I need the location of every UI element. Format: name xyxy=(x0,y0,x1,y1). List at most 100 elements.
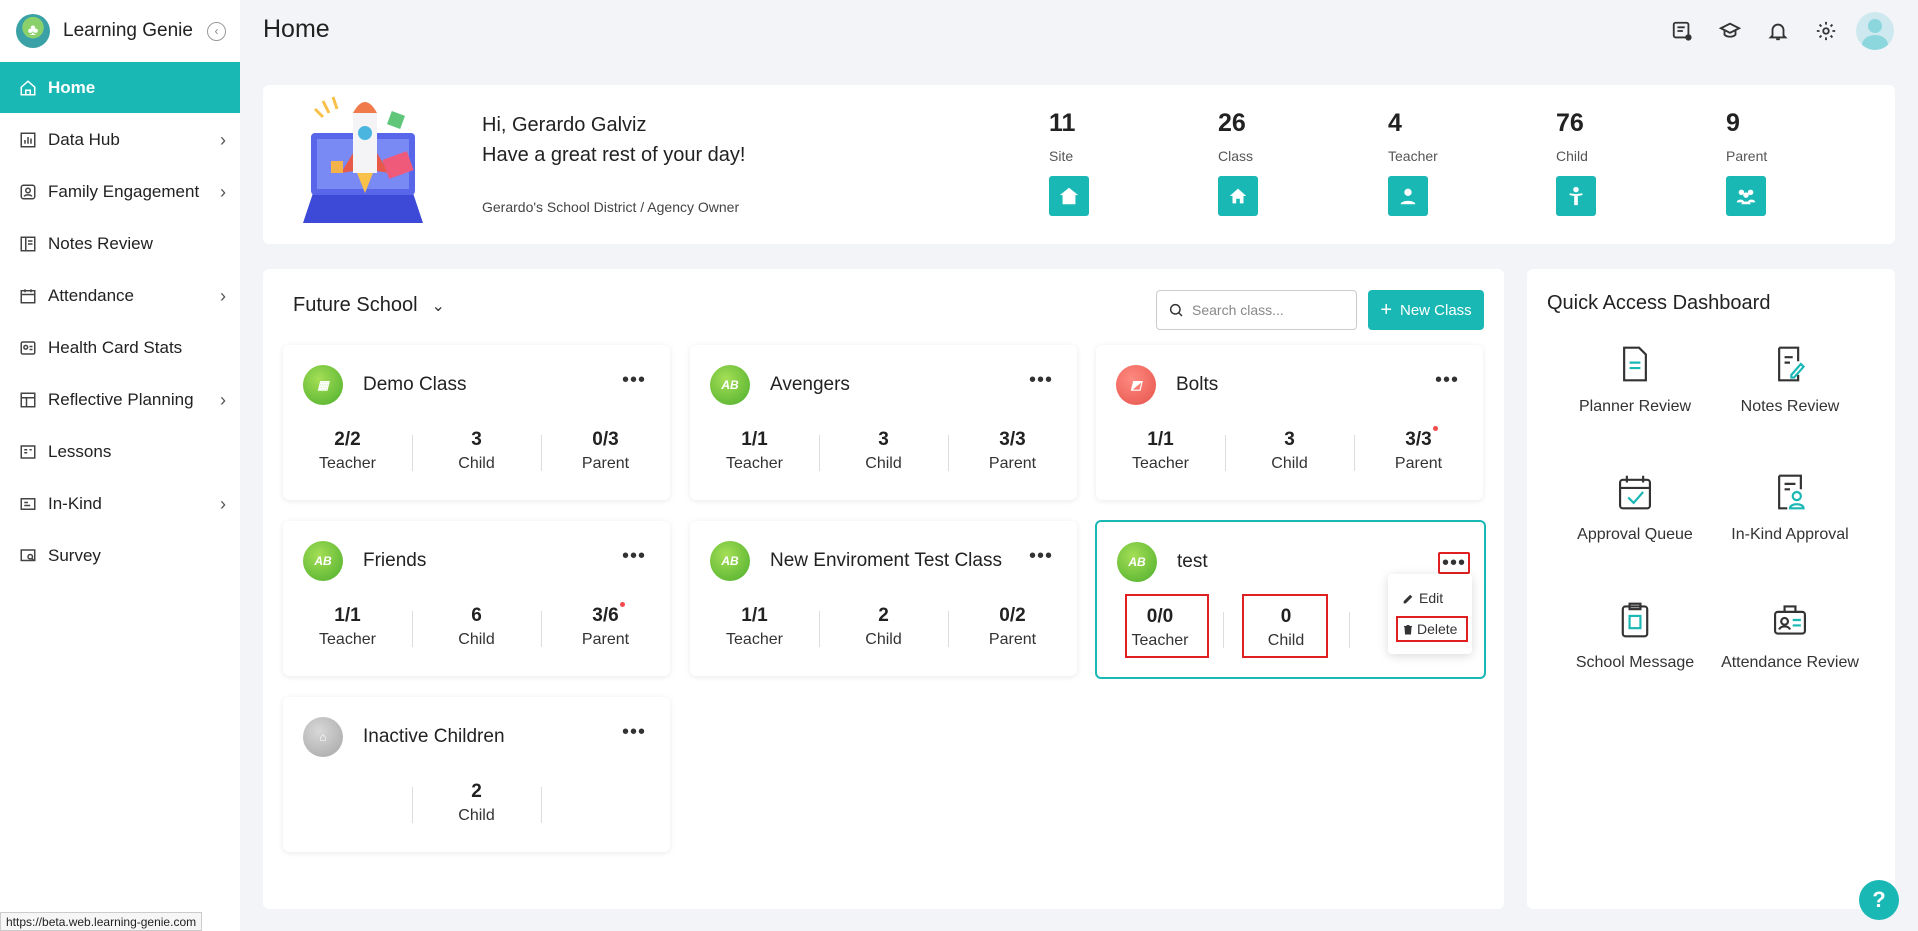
school-message-icon xyxy=(1615,600,1655,640)
parent-button[interactable] xyxy=(1726,176,1766,216)
bell-icon[interactable] xyxy=(1754,12,1802,50)
in-kind-approval-icon xyxy=(1770,472,1810,512)
more-options-icon[interactable]: ••• xyxy=(618,721,650,743)
delete-menu-item[interactable]: Delete xyxy=(1396,616,1468,642)
class-avatar-icon: ⌂ xyxy=(303,717,343,757)
sidebar-item-label: Data Hub xyxy=(48,130,120,149)
class-card-demo-class[interactable]: ▦ Demo Class ••• 2/2 Teacher 3 Child 0/3 Pa… xyxy=(283,345,670,500)
stat-value: 26 xyxy=(1218,109,1246,137)
sidebar-item-survey[interactable]: Survey xyxy=(0,530,240,582)
more-options-icon[interactable]: ••• xyxy=(618,545,650,567)
collapse-sidebar-icon[interactable]: ‹ xyxy=(206,21,226,41)
child-label: Child xyxy=(458,807,495,824)
class-card-inactive-children[interactable]: ⌂ Inactive Children ••• 2 Child xyxy=(283,697,670,852)
planner-review-icon xyxy=(1615,344,1655,384)
search-class-box[interactable] xyxy=(1156,290,1357,330)
app-name: Learning Genie xyxy=(63,20,193,41)
notification-dot xyxy=(1432,426,1438,431)
more-options-icon[interactable]: ••• xyxy=(618,369,650,391)
class-button[interactable] xyxy=(1218,176,1258,216)
sidebar-item-attendance[interactable]: Attendance › xyxy=(0,270,240,322)
child-button[interactable] xyxy=(1556,176,1596,216)
search-class-input[interactable] xyxy=(1192,302,1342,318)
parent-label: Parent xyxy=(988,631,1037,648)
school-select[interactable]: Future School ⌄ xyxy=(293,294,445,317)
sidebar-item-label: In-Kind xyxy=(48,494,102,513)
child-label: Child xyxy=(865,631,902,648)
quick-item-label: Attendance Review xyxy=(1721,654,1859,671)
child-count: 0 xyxy=(1280,606,1292,627)
help-button[interactable]: ? xyxy=(1859,880,1899,920)
child-count: 3 xyxy=(471,429,482,450)
quick-attendance-review[interactable]: Attendance Review xyxy=(1715,600,1865,672)
class-card-friends[interactable]: AB Friends ••• 1/1 Teacher 6 Child 3/6 Pare… xyxy=(283,521,670,676)
quick-notes-review[interactable]: Notes Review xyxy=(1715,344,1865,416)
quick-planner-review[interactable]: Planner Review xyxy=(1560,344,1710,416)
chevron-down-icon: ⌄ xyxy=(431,297,445,315)
class-name: Inactive Children xyxy=(363,726,505,747)
stat-label: Parent xyxy=(1726,148,1768,164)
chevron-right-icon: › xyxy=(220,285,226,306)
calendar-icon xyxy=(18,286,38,306)
school-name: Future School xyxy=(293,294,418,316)
class-name: test xyxy=(1177,551,1208,572)
teacher-label: Teacher xyxy=(1131,632,1189,649)
more-options-icon[interactable]: ••• xyxy=(1025,369,1057,391)
parent-count: 3/3 xyxy=(999,429,1026,450)
gear-icon[interactable] xyxy=(1802,12,1850,50)
child-count: 6 xyxy=(471,605,482,626)
sidebar: ♣ Learning Genie ‹ Home Data Hub › Famil… xyxy=(0,0,240,931)
messages-icon[interactable] xyxy=(1658,12,1706,50)
teacher-label: Teacher xyxy=(1132,455,1189,472)
quick-in-kind-approval[interactable]: In-Kind Approval xyxy=(1715,472,1865,544)
child-count: 3 xyxy=(1284,429,1295,450)
parent-count: 3/6 xyxy=(592,605,619,626)
parent-count: 3/3 xyxy=(1405,429,1432,450)
quick-school-message[interactable]: School Message xyxy=(1560,600,1710,672)
quick-item-label: Notes Review xyxy=(1740,398,1840,415)
stat-child: 76 Child xyxy=(1556,109,1676,216)
teacher-count: 2/2 xyxy=(334,429,361,450)
class-card-new-enviroment-test-class[interactable]: AB New Enviroment Test Class ••• 1/1 Teac… xyxy=(690,521,1077,676)
welcome-banner: Hi, Gerardo Galviz Have a great rest of … xyxy=(263,85,1895,244)
avatar[interactable] xyxy=(1856,12,1894,50)
trash-icon xyxy=(1404,624,1412,634)
home-icon xyxy=(18,78,38,98)
sidebar-item-home[interactable]: Home xyxy=(0,62,240,113)
sidebar-item-in-kind[interactable]: In-Kind › xyxy=(0,478,240,530)
teacher-count: 1/1 xyxy=(741,605,768,626)
quick-access-panel: Quick Access Dashboard Planner Review No… xyxy=(1527,269,1895,909)
sidebar-item-family-engagement[interactable]: Family Engagement › xyxy=(0,166,240,218)
more-options-icon[interactable]: ••• xyxy=(1438,552,1470,574)
class-name: Demo Class xyxy=(363,374,467,395)
plus-icon: + xyxy=(1380,299,1392,321)
more-options-icon[interactable]: ••• xyxy=(1025,545,1057,567)
greeting-message: Have a great rest of your day! xyxy=(482,144,746,166)
class-options-menu: Edit Delete xyxy=(1388,574,1472,654)
new-class-button[interactable]: + New Class xyxy=(1368,290,1484,330)
more-options-icon[interactable]: ••• xyxy=(1431,369,1463,391)
stat-label: Class xyxy=(1218,148,1254,164)
stat-value: 11 xyxy=(1049,109,1076,137)
teacher-button[interactable] xyxy=(1388,176,1428,216)
quick-approval-queue[interactable]: Approval Queue xyxy=(1560,472,1710,544)
sidebar-item-data-hub[interactable]: Data Hub › xyxy=(0,114,240,166)
sidebar-item-label: Survey xyxy=(48,546,101,565)
sidebar-item-health-card-stats[interactable]: Health Card Stats xyxy=(0,322,240,374)
chart-icon xyxy=(18,130,38,150)
edit-menu-item[interactable]: Edit xyxy=(1402,590,1443,606)
child-label: Child xyxy=(458,631,495,648)
sidebar-item-notes-review[interactable]: Notes Review xyxy=(0,218,240,270)
class-card-avengers[interactable]: AB Avengers ••• 1/1 Teacher 3 Child 3/3 Par… xyxy=(690,345,1077,500)
teacher-count: 1/1 xyxy=(1147,429,1174,450)
sidebar-item-reflective-planning[interactable]: Reflective Planning › xyxy=(0,374,240,426)
class-card-bolts[interactable]: ◩ Bolts ••• 1/1 Teacher 3 Child 3/3 Parent xyxy=(1096,345,1483,500)
sidebar-item-label: Attendance xyxy=(48,286,135,305)
chevron-right-icon: › xyxy=(220,493,226,514)
sidebar-item-label: Family Engagement xyxy=(48,182,200,201)
site-button[interactable] xyxy=(1049,176,1089,216)
class-avatar-icon: AB xyxy=(303,541,343,581)
graduation-cap-icon[interactable] xyxy=(1706,12,1754,50)
quick-item-label: School Message xyxy=(1575,654,1695,671)
sidebar-item-lessons[interactable]: Lessons xyxy=(0,426,240,478)
